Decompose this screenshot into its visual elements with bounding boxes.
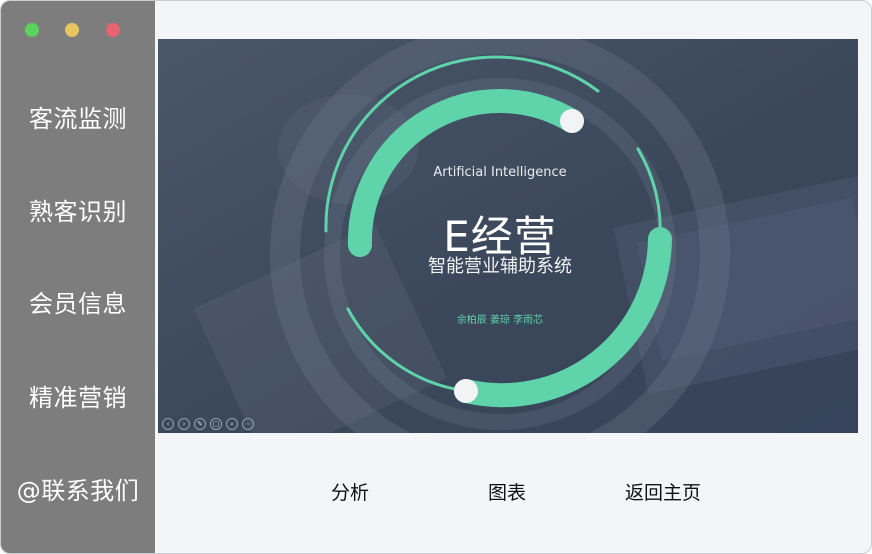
window-minimize-button[interactable] [65, 23, 79, 37]
sidebar-item-precision-marketing[interactable]: 精准营销 [1, 383, 155, 413]
presentation-slide: Artificial Intelligence E经营 智能营业辅助系统 余柏辰… [158, 39, 858, 433]
window-close-button[interactable] [25, 23, 39, 37]
slide-toolbar: ‹ › ✎ ▢ ⌕ ⋯ [162, 418, 254, 430]
window-maximize-button[interactable] [106, 23, 120, 37]
zoom-icon[interactable]: ⌕ [226, 418, 238, 430]
sidebar-item-contact-us[interactable]: @联系我们 [1, 476, 155, 506]
slide-subtitle-cn: 智能营业辅助系统 [428, 256, 572, 277]
sidebar: 客流监测 熟客识别 会员信息 精准营销 @联系我们 [1, 1, 155, 553]
copy-icon[interactable]: ▢ [210, 418, 222, 430]
return-home-button[interactable]: 返回主页 [625, 480, 701, 506]
sidebar-item-member-info[interactable]: 会员信息 [1, 289, 155, 319]
analysis-button[interactable]: 分析 [331, 480, 369, 506]
prev-icon[interactable]: ‹ [162, 418, 174, 430]
slide-authors: 余柏辰 姜琼 李雨芯 [456, 315, 544, 326]
chart-button[interactable]: 图表 [488, 480, 526, 506]
next-icon[interactable]: › [178, 418, 190, 430]
sidebar-item-regular-customer[interactable]: 熟客识别 [1, 197, 155, 227]
sidebar-item-traffic-monitor[interactable]: 客流监测 [1, 104, 155, 134]
pen-icon[interactable]: ✎ [194, 418, 206, 430]
app-window: 客流监测 熟客识别 会员信息 精准营销 @联系我们 Artificial Int… [0, 0, 872, 554]
slide-subtitle-en: Artificial Intelligence [433, 165, 567, 180]
more-icon[interactable]: ⋯ [242, 418, 254, 430]
